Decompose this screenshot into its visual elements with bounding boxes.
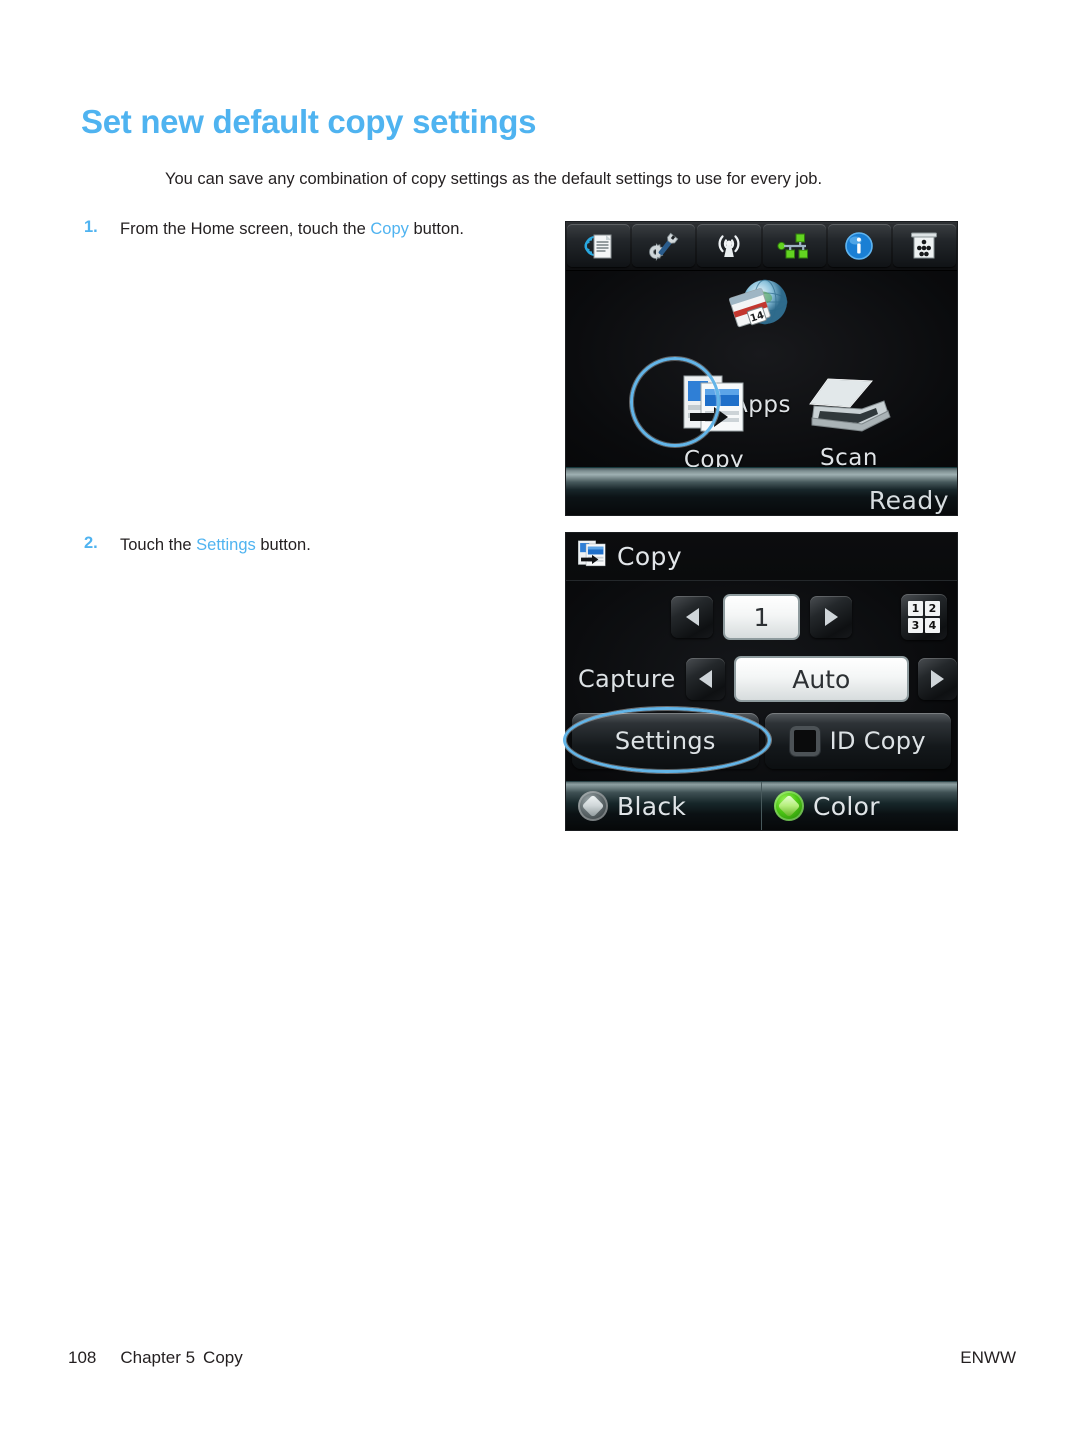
collate-cell: 1	[908, 601, 923, 616]
right-arrow-icon	[930, 670, 944, 688]
apps-tile[interactable]: 14 Apps	[566, 274, 957, 418]
information-icon[interactable]	[827, 224, 891, 267]
copies-decrement-button[interactable]	[671, 596, 713, 638]
scanner-icon	[806, 378, 892, 440]
capture-label: Capture	[578, 665, 676, 693]
copy-screen-illustration: Copy 1 1 2 3 4 Capture Auto Settings ID …	[566, 533, 957, 830]
left-arrow-icon	[698, 670, 712, 688]
supplies-icon[interactable]	[892, 224, 957, 267]
copies-row: 1 1 2 3 4	[566, 591, 957, 643]
collate-cell: 2	[925, 601, 940, 616]
id-copy-button-label: ID Copy	[829, 727, 926, 755]
step-text-after: button.	[255, 536, 311, 554]
home-screen-body: 14 Apps Copy Scan Ready	[566, 222, 957, 515]
collate-icon[interactable]: 1 2 3 4	[901, 594, 947, 640]
step-text-before: From the Home screen, touch the	[120, 220, 371, 238]
chapter-title: Copy	[203, 1348, 243, 1367]
copies-increment-button[interactable]	[810, 596, 852, 638]
capture-decrement-button[interactable]	[685, 658, 725, 700]
copy-footer-bar: Black Color	[566, 781, 957, 830]
chapter-label: Chapter 5	[120, 1348, 196, 1367]
page-footer-left: 108 Chapter 5 Copy	[68, 1348, 243, 1368]
copy-icon	[679, 375, 749, 442]
collate-cell: 4	[925, 618, 940, 633]
copy-screen-title: Copy	[617, 542, 683, 571]
start-color-button[interactable]: Color	[761, 782, 957, 830]
start-black-button[interactable]: Black	[566, 782, 761, 830]
copy-screen-header: Copy	[566, 533, 957, 581]
collate-cell: 3	[908, 618, 923, 633]
capture-row: Capture Auto	[566, 655, 957, 703]
status-text: Ready	[868, 486, 949, 515]
wireless-icon[interactable]	[697, 224, 761, 267]
left-arrow-icon	[685, 608, 699, 626]
start-button-black-icon	[578, 791, 608, 821]
step-number: 1.	[84, 218, 98, 236]
copies-value[interactable]: 1	[723, 594, 800, 640]
page-number: 108	[68, 1348, 97, 1367]
step-item-1: 1. From the Home screen, touch the Copy …	[84, 218, 464, 240]
start-color-label: Color	[813, 791, 880, 821]
step-text: From the Home screen, touch the Copy but…	[120, 218, 464, 240]
capture-value[interactable]: Auto	[733, 656, 909, 702]
globe-calendar-icon: 14	[723, 274, 801, 349]
id-copy-button[interactable]: ID Copy	[764, 713, 951, 769]
step-text-before: Touch the	[120, 536, 197, 554]
step-item-2: 2. Touch the Settings button.	[84, 534, 311, 556]
capture-increment-button[interactable]	[917, 658, 957, 700]
step-number: 2.	[84, 534, 98, 552]
id-card-icon	[789, 726, 820, 756]
home-status-bar: Ready	[566, 467, 957, 515]
copy-screen-body: Copy 1 1 2 3 4 Capture Auto Settings ID …	[566, 533, 957, 830]
page-footer-locale: ENWW	[960, 1348, 1016, 1367]
page-title: Set new default copy settings	[81, 103, 537, 140]
intro-paragraph: You can save any combination of copy set…	[165, 170, 823, 188]
callout-ring-settings	[563, 707, 771, 773]
home-toolbar	[566, 222, 957, 271]
start-button-color-icon	[774, 791, 804, 821]
copy-icon	[576, 538, 608, 575]
setup-wrench-gear-icon[interactable]	[632, 224, 696, 267]
fax-icon[interactable]	[567, 224, 631, 267]
home-tile-copy[interactable]: Copy	[654, 372, 774, 473]
step-highlight-copy: Copy	[370, 220, 409, 238]
start-black-label: Black	[617, 791, 687, 821]
right-arrow-icon	[824, 608, 838, 626]
step-text-after: button.	[408, 220, 464, 238]
step-highlight-settings: Settings	[196, 536, 256, 554]
network-icon[interactable]	[762, 224, 826, 267]
home-screen-illustration: 14 Apps Copy Scan Ready	[566, 222, 957, 515]
home-tile-scan[interactable]: Scan	[784, 374, 914, 471]
step-text: Touch the Settings button.	[120, 534, 311, 556]
